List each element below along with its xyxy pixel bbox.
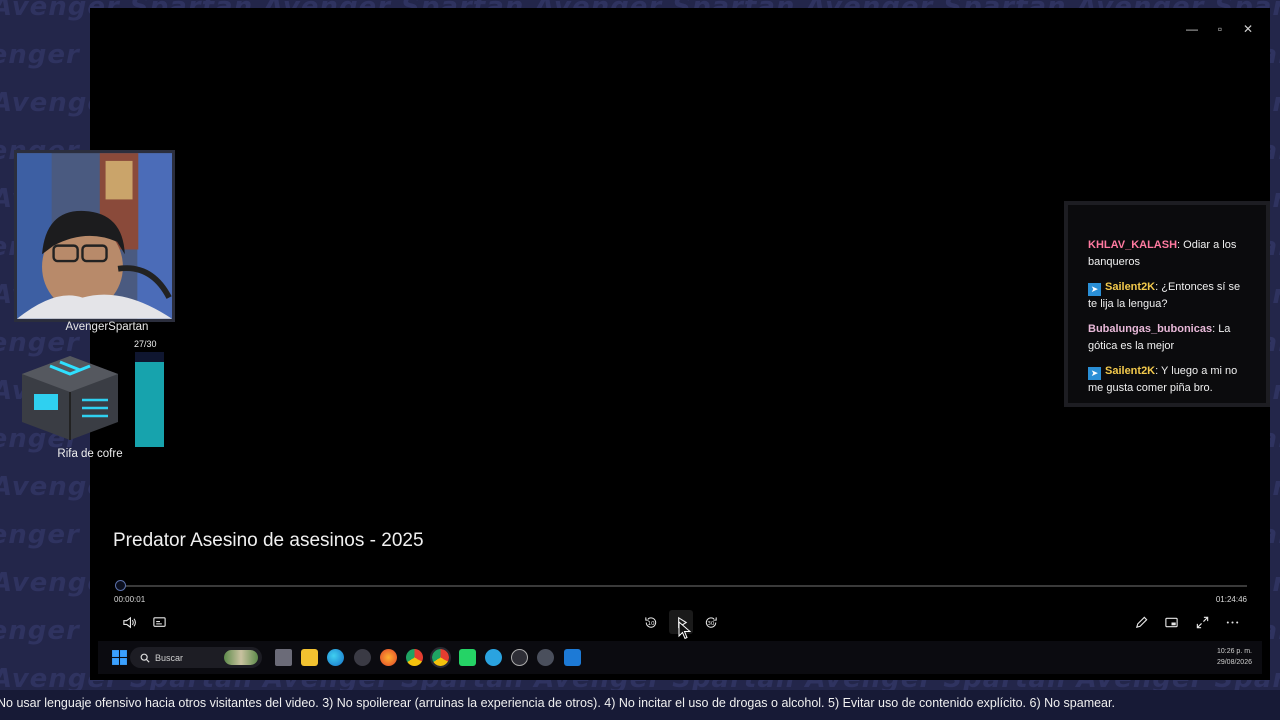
telegram-icon[interactable] bbox=[485, 649, 502, 666]
seek-bar[interactable] bbox=[115, 580, 1247, 591]
svg-text:10: 10 bbox=[647, 620, 655, 626]
skip-forward-icon: 30 bbox=[705, 616, 717, 628]
task-view-icon[interactable] bbox=[275, 649, 292, 666]
chat-username: Bubalungas_bubonicas bbox=[1088, 323, 1213, 335]
settings-icon[interactable] bbox=[354, 649, 371, 666]
chat-username: Sailent2K bbox=[1105, 281, 1156, 293]
volume-icon bbox=[122, 616, 136, 628]
restore-button[interactable]: ▫ bbox=[1210, 22, 1230, 36]
windows-taskbar: Buscar 10:26 p. m. 29/08/2026 bbox=[98, 641, 1262, 674]
edge-icon[interactable] bbox=[327, 649, 344, 666]
prime-badge-icon: ➤ bbox=[1088, 283, 1101, 296]
app-icon[interactable] bbox=[511, 649, 528, 666]
file-explorer-icon[interactable] bbox=[301, 649, 318, 666]
raffle-label: Rifa de cofre bbox=[57, 448, 123, 460]
chat-message: ➤ Sailent2K: Y luego a mi no me gusta com… bbox=[1088, 363, 1250, 397]
chat-username: Sailent2K bbox=[1105, 365, 1156, 377]
fullscreen-icon bbox=[1196, 616, 1208, 628]
skip-forward-button[interactable]: 30 bbox=[699, 610, 723, 634]
volume-button[interactable] bbox=[117, 610, 141, 634]
chat-panel: KHLAV_KALASH: Odiar a los banqueros ➤ Sail… bbox=[1064, 201, 1270, 407]
webcam-name-label: AvengerSpartan bbox=[65, 321, 149, 333]
raffle-count: 27/30 bbox=[134, 339, 157, 349]
ticker-text: No usar lenguaje ofensivo hacia otros vi… bbox=[0, 696, 1115, 710]
taskbar-search-box[interactable]: Buscar bbox=[130, 647, 262, 668]
total-time: 01:24:46 bbox=[1215, 595, 1247, 604]
more-icon bbox=[1226, 620, 1238, 624]
chrome-icon[interactable] bbox=[406, 649, 423, 666]
webcam-feed bbox=[14, 150, 175, 322]
chat-message: ➤ Sailent2K: ¿Entonces sí se te lija la l… bbox=[1088, 279, 1250, 313]
skip-back-button[interactable]: 10 bbox=[638, 610, 662, 634]
search-icon bbox=[140, 653, 150, 663]
rules-ticker: No usar lenguaje ofensivo hacia otros vi… bbox=[0, 690, 1280, 720]
webcam-person-image bbox=[17, 153, 172, 319]
current-time: 00:00:01 bbox=[114, 595, 146, 604]
search-placeholder: Buscar bbox=[155, 652, 184, 663]
skip-back-icon: 10 bbox=[644, 616, 656, 628]
svg-text:30: 30 bbox=[707, 620, 715, 626]
chat-message: Bubalungas_bubonicas: La gótica es la me… bbox=[1088, 321, 1250, 355]
start-icon[interactable] bbox=[111, 649, 128, 666]
clock-time: 10:26 p. m. bbox=[1216, 648, 1252, 655]
search-highlight-image bbox=[224, 650, 258, 665]
media-player-icon[interactable] bbox=[564, 649, 581, 666]
clock-date: 29/08/2026 bbox=[1216, 659, 1252, 666]
taskbar-clock[interactable]: 10:26 p. m. 29/08/2026 bbox=[1217, 646, 1252, 668]
chat-username: KHLAV_KALASH bbox=[1088, 239, 1178, 251]
seek-thumb[interactable] bbox=[115, 580, 127, 591]
whatsapp-icon[interactable] bbox=[459, 649, 476, 666]
subtitles-button[interactable] bbox=[147, 610, 171, 634]
chest-icon bbox=[22, 356, 118, 440]
edit-icon bbox=[1135, 616, 1147, 628]
gear-icon[interactable] bbox=[537, 649, 554, 666]
stream-screen: Avenger Spartan Avenger Spartan Avenger … bbox=[0, 0, 1280, 720]
mouse-cursor-icon bbox=[678, 621, 691, 640]
chrome-alt-icon[interactable] bbox=[430, 647, 451, 668]
chat-message: KHLAV_KALASH: Odiar a los banqueros bbox=[1088, 237, 1250, 271]
video-title: Predator Asesino de asesinos - 2025 bbox=[113, 530, 424, 551]
miniplayer-button[interactable] bbox=[1159, 610, 1183, 634]
raffle-progress-fill bbox=[135, 361, 164, 447]
close-button[interactable]: ✕ bbox=[1238, 22, 1258, 36]
prime-badge-icon: ➤ bbox=[1088, 367, 1101, 380]
raffle-progress-bar bbox=[135, 352, 164, 447]
fullscreen-button[interactable] bbox=[1190, 610, 1214, 634]
miniplayer-icon bbox=[1164, 617, 1178, 627]
firefox-icon[interactable] bbox=[380, 649, 397, 666]
minimize-button[interactable]: — bbox=[1182, 22, 1202, 36]
edit-button[interactable] bbox=[1129, 610, 1153, 634]
subtitles-icon bbox=[152, 616, 166, 627]
more-options-button[interactable] bbox=[1220, 610, 1244, 634]
